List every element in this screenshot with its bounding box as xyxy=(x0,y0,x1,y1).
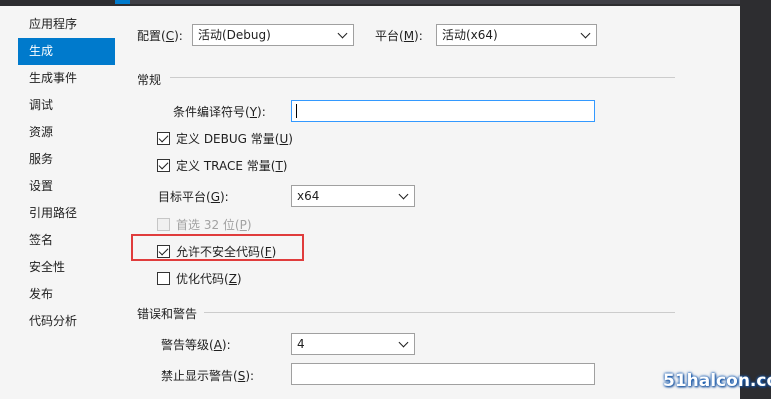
warning-level-dropdown[interactable]: 4 xyxy=(291,333,415,355)
section-title-general: 常规 xyxy=(137,73,162,87)
sidebar-item-services[interactable]: 服务 xyxy=(18,146,115,173)
annotation-highlight-box xyxy=(131,234,304,261)
section-title-errors-warnings: 错误和警告 xyxy=(137,307,198,321)
chevron-down-icon xyxy=(398,337,409,348)
platform-value: 活动(x64) xyxy=(442,28,498,42)
optimize-code-label: 优化代码(Z) xyxy=(176,272,242,286)
checkbox-disabled-icon xyxy=(157,218,170,231)
right-panel-edge xyxy=(740,6,771,399)
platform-dropdown[interactable]: 活动(x64) xyxy=(436,24,597,46)
checkbox-unchecked-icon xyxy=(157,272,170,285)
sidebar-item-code-analysis[interactable]: 代码分析 xyxy=(18,308,115,335)
config-label: 配置(C): xyxy=(137,29,183,43)
target-platform-value: x64 xyxy=(297,189,320,203)
sidebar-item-reference-paths[interactable]: 引用路径 xyxy=(18,200,115,227)
warning-level-label: 警告等级(A): xyxy=(161,338,231,352)
target-platform-label: 目标平台(G): xyxy=(158,190,229,204)
sidebar-item-security[interactable]: 安全性 xyxy=(18,254,115,281)
section-divider xyxy=(170,77,675,78)
conditional-symbols-label: 条件编译符号(Y): xyxy=(173,105,266,119)
sidebar-item-signing[interactable]: 签名 xyxy=(18,227,115,254)
warning-level-value: 4 xyxy=(297,337,305,351)
prefer-32bit-label: 首选 32 位(P) xyxy=(176,218,252,232)
define-trace-label: 定义 TRACE 常量(T) xyxy=(176,159,288,173)
tab-strip xyxy=(130,0,740,4)
sidebar-item-settings[interactable]: 设置 xyxy=(18,173,115,200)
conditional-symbols-input[interactable] xyxy=(291,100,595,122)
suppress-warnings-label: 禁止显示警告(S): xyxy=(161,369,255,383)
watermark-logo: 51halcon.com xyxy=(663,371,771,391)
sidebar-item-resources[interactable]: 资源 xyxy=(18,119,115,146)
configuration-value: 活动(Debug) xyxy=(198,28,271,42)
sidebar: 应用程序 生成 生成事件 调试 资源 服务 设置 引用路径 签名 安全性 发布 … xyxy=(0,6,115,399)
checkbox-checked-icon xyxy=(157,132,170,145)
sidebar-item-application[interactable]: 应用程序 xyxy=(18,11,115,38)
sidebar-item-debug[interactable]: 调试 xyxy=(18,92,115,119)
sidebar-item-publish[interactable]: 发布 xyxy=(18,281,115,308)
build-settings-panel: 配置(C): 活动(Debug) 平台(M): 活动(x64) 常规 条件编译符… xyxy=(115,6,740,399)
chevron-down-icon xyxy=(580,28,591,39)
active-tab-indicator xyxy=(115,0,130,4)
chevron-down-icon xyxy=(398,189,409,200)
suppress-warnings-input[interactable] xyxy=(291,363,595,385)
configuration-dropdown[interactable]: 活动(Debug) xyxy=(192,24,354,46)
text-caret xyxy=(296,104,297,118)
sidebar-item-build-events[interactable]: 生成事件 xyxy=(18,65,115,92)
platform-label: 平台(M): xyxy=(375,29,423,43)
section-divider xyxy=(204,312,675,313)
chevron-down-icon xyxy=(337,28,348,39)
target-platform-dropdown[interactable]: x64 xyxy=(291,185,415,207)
define-debug-label: 定义 DEBUG 常量(U) xyxy=(176,132,293,146)
sidebar-item-build[interactable]: 生成 xyxy=(18,38,115,65)
checkbox-checked-icon xyxy=(157,159,170,172)
